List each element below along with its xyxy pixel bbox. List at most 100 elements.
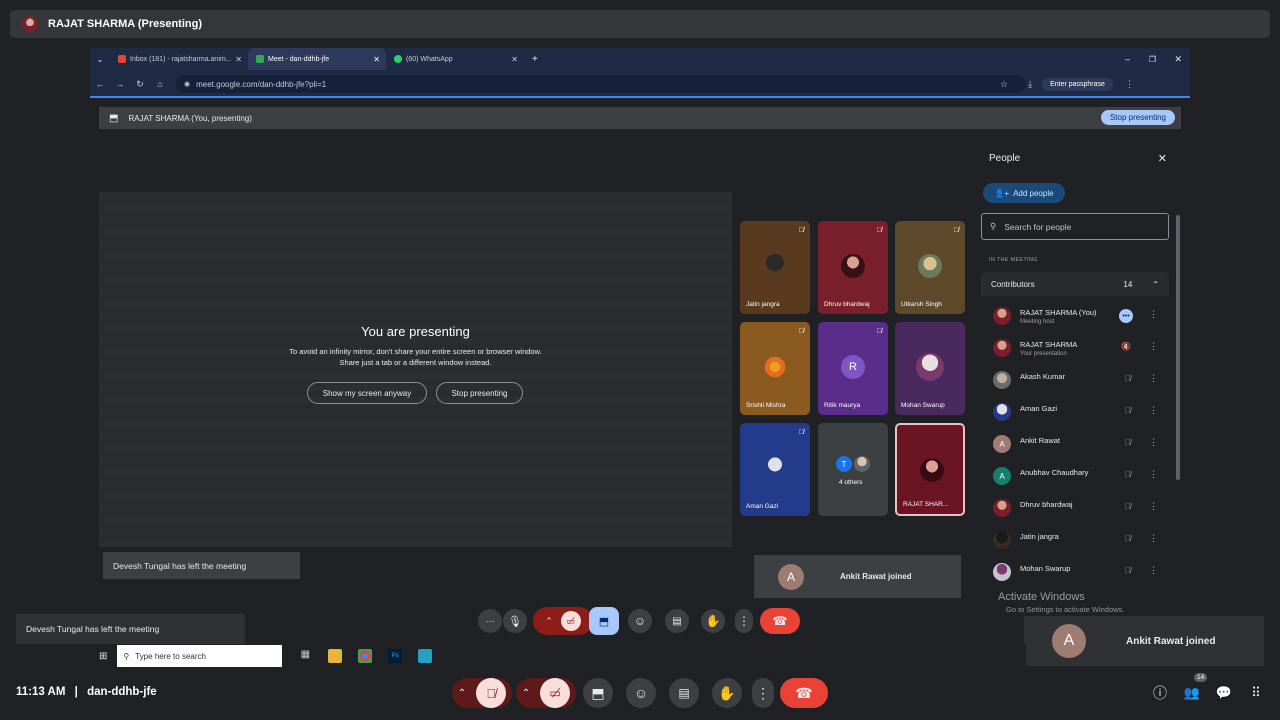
chat-icon[interactable]: 💬 <box>1213 678 1235 708</box>
close-icon[interactable]: ✕ <box>373 55 380 64</box>
tab-meet[interactable]: Meet - dan-ddhb-jfe ✕ <box>248 48 386 70</box>
participant-name: Aman Gazi <box>1020 404 1058 413</box>
participant-row[interactable]: Mohan Swarup 🎙̸ ⋮ <box>981 556 1169 588</box>
reload-icon[interactable]: ↻ <box>130 79 150 90</box>
windows-search-input[interactable]: ⚲ Type here to search <box>117 645 283 667</box>
task-view-icon[interactable]: ▦ <box>298 649 312 663</box>
window-close-icon[interactable]: ✕ <box>1174 54 1182 65</box>
people-icon[interactable]: 👥 14 <box>1181 673 1208 708</box>
people-scrollbar[interactable] <box>1176 215 1180 480</box>
close-icon[interactable]: ✕ <box>235 55 242 64</box>
camera-off-icon[interactable]: ▭̸ <box>540 678 571 708</box>
more-options-icon[interactable]: ⋮ <box>735 609 753 633</box>
infinity-mirror-message: To avoid an infinity mirror, don't share… <box>99 346 732 368</box>
stop-presenting-button[interactable]: Stop presenting <box>1100 110 1175 125</box>
gmail-icon <box>118 55 126 63</box>
back-icon[interactable]: ← <box>90 79 110 89</box>
captions-icon[interactable]: ▤ <box>665 609 689 633</box>
contributors-header[interactable]: Contributors 14 ⌃ <box>981 272 1169 296</box>
more-options-icon[interactable]: ⋮ <box>1149 437 1158 448</box>
chevron-up-icon[interactable]: ⌃ <box>522 688 530 699</box>
minimize-icon[interactable]: – <box>1125 54 1130 64</box>
app-icon[interactable] <box>418 649 433 663</box>
participant-role: Meeting host <box>1020 319 1055 325</box>
home-icon[interactable]: ⌂ <box>150 79 170 89</box>
meeting-details-icon[interactable]: ⓘ <box>1150 678 1170 708</box>
more-options-icon[interactable]: ⋮ <box>1149 405 1158 416</box>
site-info-icon[interactable]: ◉ <box>184 80 190 88</box>
camera-control[interactable]: ⌃ ▭̸ <box>516 678 576 708</box>
camera-off-button[interactable]: ⌃ ▭̸ <box>533 607 593 635</box>
present-icon[interactable]: ⬒ <box>583 678 613 708</box>
participant-tile[interactable]: 🎙̸ Jatin jangra <box>740 221 810 314</box>
more-options-icon[interactable]: ⋮ <box>1149 533 1158 544</box>
participant-row[interactable]: RAJAT SHARMA Your presentation 🔇 ⋮ <box>981 332 1169 364</box>
tab-search-icon[interactable]: ⌄ <box>90 55 110 64</box>
show-screen-anyway-button[interactable]: Show my screen anyway <box>307 382 427 404</box>
raise-hand-icon[interactable]: ✋ <box>701 609 725 633</box>
passphrase-button[interactable]: Enter passphrase <box>1042 77 1113 91</box>
file-explorer-icon[interactable] <box>328 649 343 663</box>
avatar <box>993 403 1011 421</box>
more-options-icon[interactable]: ⋮ <box>1149 469 1158 480</box>
participant-row[interactable]: A Ankit Rawat 🎙̸ ⋮ <box>981 428 1169 460</box>
self-tile[interactable]: RAJAT SHAR... <box>895 423 965 516</box>
windows-start-icon[interactable]: ⊞ <box>99 651 107 662</box>
participant-tile[interactable]: 🎙̸ Aman Gazi <box>740 423 810 516</box>
participant-name: Akash Kumar <box>1020 372 1066 381</box>
participant-row[interactable]: Akash Kumar 🎙̸ ⋮ <box>981 364 1169 396</box>
participant-photo <box>918 254 942 278</box>
participant-tile[interactable]: 🎙̸ Dhruv bhardwaj <box>818 221 888 314</box>
mic-icon[interactable]: 🎙 <box>503 609 527 633</box>
participant-tile[interactable]: 🎙̸ Srishti Mishra <box>740 322 810 415</box>
chrome-icon[interactable] <box>358 649 373 663</box>
participant-row[interactable]: RAJAT SHARMA (You) Meeting host ••• ⋮ <box>981 300 1169 332</box>
search-icon: ⚲ <box>123 651 130 661</box>
emoji-icon[interactable]: ☺ <box>628 609 652 633</box>
microphone-control[interactable]: ⌃ 🎙̸ <box>452 678 512 708</box>
leave-call-button[interactable]: ☎ <box>760 608 800 634</box>
add-people-button[interactable]: 👤+ Add people <box>983 183 1065 203</box>
activities-icon[interactable]: ⠿ <box>1245 678 1267 708</box>
bookmark-star-icon[interactable]: ☆ <box>1000 79 1008 90</box>
participant-photo <box>920 458 944 482</box>
forward-icon[interactable]: → <box>110 79 130 89</box>
photoshop-icon[interactable]: Ps <box>388 649 403 663</box>
more-options-icon[interactable]: ⋮ <box>752 678 774 708</box>
present-screen-button[interactable]: ⬒ <box>589 607 619 635</box>
close-icon[interactable]: ✕ <box>511 55 518 64</box>
more-options-icon[interactable]: ⋮ <box>1149 501 1158 512</box>
emoji-icon[interactable]: ☺ <box>626 678 656 708</box>
captions-icon[interactable]: ▤ <box>669 678 699 708</box>
more-options-icon[interactable]: ⋮ <box>1149 373 1158 384</box>
close-icon[interactable]: ✕ <box>1158 152 1167 165</box>
more-options-icon[interactable]: ⋮ <box>1149 565 1158 576</box>
leave-call-button[interactable]: ☎ <box>780 678 828 708</box>
stage-stop-presenting-button[interactable]: Stop presenting <box>436 382 523 404</box>
url-field[interactable]: ◉ meet.google.com/dan-ddhb-jfe?pli=1 <box>176 75 1026 93</box>
participant-tile[interactable]: Mohan Swarup <box>895 322 965 415</box>
browser-menu-icon[interactable]: ⋮ <box>1125 79 1134 90</box>
participant-row[interactable]: Aman Gazi 🎙̸ ⋮ <box>981 396 1169 428</box>
search-people-input[interactable]: ⚲ Search for people <box>981 213 1169 240</box>
mic-off-icon[interactable]: 🎙̸ <box>476 678 507 708</box>
tab-whatsapp[interactable]: (60) WhatsApp ✕ <box>386 48 524 70</box>
others-tile[interactable]: T 4 others <box>818 423 888 516</box>
raise-hand-icon[interactable]: ✋ <box>712 678 742 708</box>
chevron-up-icon[interactable]: ⌃ <box>458 688 466 699</box>
participant-row[interactable]: Jatin jangra 🎙̸ ⋮ <box>981 524 1169 556</box>
more-options-icon[interactable]: ⋮ <box>1149 341 1158 352</box>
others-label: 4 others <box>839 479 863 486</box>
download-icon[interactable]: ⤓ <box>1028 79 1032 90</box>
participant-tile[interactable]: 🎙̸ Utkarsh Singh <box>895 221 965 314</box>
tab-gmail[interactable]: Inbox (181) - rajatsharma.anim... ✕ <box>110 48 248 70</box>
more-actions-icon[interactable]: ··· <box>478 609 502 633</box>
participant-row[interactable]: A Anubhav Chaudhary 🎙̸ ⋮ <box>981 460 1169 492</box>
participant-name: Mohan Swarup <box>901 402 945 409</box>
restore-icon[interactable]: ❐ <box>1149 55 1156 64</box>
participant-row[interactable]: Dhruv bhardwaj 🎙̸ ⋮ <box>981 492 1169 524</box>
chevron-up-icon[interactable]: ⌃ <box>1152 280 1159 289</box>
participant-tile[interactable]: 🎙̸ R Ritik maurya <box>818 322 888 415</box>
more-options-icon[interactable]: ⋮ <box>1149 309 1158 320</box>
new-tab-button[interactable]: + <box>532 54 538 65</box>
